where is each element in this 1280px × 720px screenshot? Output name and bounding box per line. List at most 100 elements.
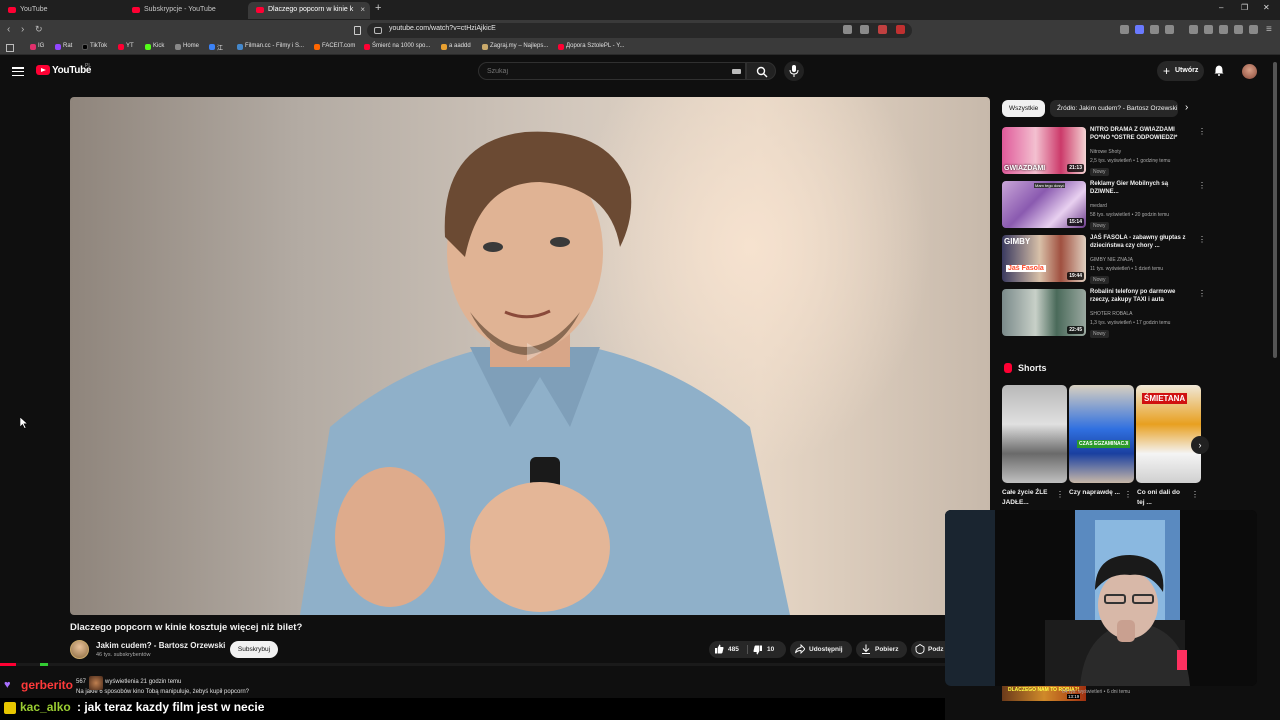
short-title[interactable]: Czy naprawdę ...: [1069, 488, 1121, 498]
more-options-icon[interactable]: ⋮: [1198, 289, 1206, 298]
wallet-icon[interactable]: [1219, 25, 1228, 34]
brave-shield-icon[interactable]: [878, 25, 887, 34]
share-page-icon[interactable]: [860, 25, 869, 34]
short-title[interactable]: Co oni dali do tej ...: [1137, 488, 1189, 508]
extension-icon[interactable]: [1120, 25, 1129, 34]
short-thumbnail[interactable]: [1002, 385, 1067, 483]
media-icon[interactable]: [1189, 25, 1198, 34]
search-input[interactable]: [487, 66, 717, 77]
site-info-icon[interactable]: [374, 27, 382, 34]
recommendation-channel[interactable]: medard: [1090, 203, 1107, 209]
video-description[interactable]: Na jakie 6 sposobów kino Tobą manipuluje…: [76, 689, 249, 695]
rewards-icon[interactable]: [896, 25, 905, 34]
video-thumbnail[interactable]: GWIAZDAMI 21:13: [1002, 127, 1086, 174]
recommendation-title[interactable]: Reklamy Gier Mobilnych są DZIWNE...: [1090, 181, 1194, 196]
search-box[interactable]: [478, 62, 746, 80]
bookmark-item[interactable]: FACEIT.com: [314, 43, 355, 50]
extension-icon[interactable]: [1135, 25, 1144, 34]
video-thumbnail[interactable]: GIMBY Jaś Fasola 19:44: [1002, 235, 1086, 282]
more-options-icon[interactable]: ⋮: [1124, 490, 1132, 499]
notifications-bell-icon[interactable]: [1214, 65, 1224, 76]
close-window-icon[interactable]: ✕: [1263, 3, 1270, 12]
recommendation-title[interactable]: NITRO DRAMA Z GWIAZDAMI PO*NO *OSTRE ODP…: [1090, 127, 1194, 142]
thumbnail-text: Mam tego dosyć: [1034, 183, 1066, 188]
download-button[interactable]: Pobierz: [856, 641, 907, 658]
recommendation-item[interactable]: GWIAZDAMI 21:13 NITRO DRAMA Z GWIAZDAMI …: [1002, 127, 1206, 177]
browser-tab[interactable]: Subskrypcje - YouTube: [124, 2, 248, 19]
recommendation-channel[interactable]: SHOTER ROBALA: [1090, 311, 1133, 317]
bookmark-item[interactable]: Kick: [145, 43, 164, 50]
short-thumbnail[interactable]: CZAS EGZAMINACJI: [1069, 385, 1134, 483]
search-icon: [756, 66, 768, 78]
bookmark-item[interactable]: Rat: [55, 43, 72, 50]
video-player[interactable]: [70, 97, 990, 615]
more-options-icon[interactable]: ⋮: [1198, 127, 1206, 136]
browser-tab[interactable]: YouTube: [0, 2, 125, 19]
extension-icon[interactable]: [1165, 25, 1174, 34]
sidebar-icon[interactable]: [1204, 25, 1213, 34]
chip-source[interactable]: Źródło: Jakim cudem? - Bartosz Orzewski: [1050, 100, 1178, 117]
forward-icon[interactable]: ›: [21, 24, 24, 35]
search-button[interactable]: [746, 62, 776, 80]
menu-icon[interactable]: ≡: [1266, 24, 1272, 35]
bookmark-item[interactable]: Filman.cc - Filmy i S...: [237, 43, 304, 50]
apps-icon[interactable]: [6, 44, 14, 52]
bookmark-item[interactable]: Дорога SztolePL - Y...: [558, 43, 624, 50]
address-bar[interactable]: youtube.com/watch?v=ctHziAjkicE: [367, 23, 912, 38]
more-options-icon[interactable]: ⋮: [1198, 235, 1206, 244]
dislike-button[interactable]: 10: [749, 641, 786, 658]
vpn-icon[interactable]: [1249, 25, 1258, 34]
bookmark-item[interactable]: Zagraj.my – Najleps...: [482, 43, 548, 50]
recommendation-item[interactable]: Mam tego dosyć 15:14 Reklamy Gier Mobiln…: [1002, 181, 1206, 231]
youtube-logo-icon[interactable]: [36, 65, 50, 75]
share-button[interactable]: Udostępnij: [790, 641, 852, 658]
new-tab-button[interactable]: +: [375, 2, 381, 14]
thanks-button[interactable]: Podz: [911, 641, 945, 658]
recommendation-item[interactable]: GIMBY Jaś Fasola 19:44 JAŚ FASOLA - zaba…: [1002, 235, 1206, 285]
restore-icon[interactable]: ❐: [1241, 3, 1248, 12]
shorts-next-button[interactable]: ›: [1191, 436, 1209, 454]
bookmark-item[interactable]: Śmierć na 1000 spo...: [364, 43, 430, 50]
keyboard-icon[interactable]: [732, 69, 741, 74]
bookmark-item[interactable]: Home: [175, 43, 199, 50]
more-options-icon[interactable]: ⋮: [1198, 181, 1206, 190]
video-thumbnail[interactable]: 22:45: [1002, 289, 1086, 336]
voice-search-button[interactable]: [784, 61, 804, 81]
chevron-right-icon[interactable]: ›: [1185, 102, 1188, 113]
like-button[interactable]: 485: [709, 641, 747, 658]
browser-tab-active[interactable]: Dlaczego popcorn w kinie k ×: [248, 2, 370, 19]
recommendation-item[interactable]: 22:45 Robalini telefony po darmowe rzecz…: [1002, 289, 1206, 339]
recommendation-channel[interactable]: Nitrowe Shoty: [1090, 149, 1121, 155]
channel-avatar[interactable]: [70, 640, 89, 659]
create-button[interactable]: + Utwórz: [1157, 61, 1204, 81]
bookmark-item[interactable]: YT: [118, 43, 134, 50]
extension-icon[interactable]: [1150, 25, 1159, 34]
short-title[interactable]: Całe życie ŹLE JADŁE...: [1002, 488, 1054, 508]
recommendation-title[interactable]: JAŚ FASOLA - zabawny głuptas z dziecińst…: [1090, 235, 1194, 250]
bookmark-icon[interactable]: [354, 26, 361, 35]
more-options-icon[interactable]: ⋮: [1191, 490, 1199, 499]
bookmark-item[interactable]: TikTok: [82, 43, 107, 50]
more-options-icon[interactable]: ⋮: [1056, 490, 1064, 499]
user-avatar[interactable]: [1242, 64, 1257, 79]
recommendation-meta: 2,5 tys. wyświetleń • 1 godzinę temu: [1090, 158, 1171, 164]
chip-all[interactable]: Wszystkie: [1002, 100, 1046, 117]
recommendation-title[interactable]: Robalini telefony po darmowe rzeczy, zak…: [1090, 289, 1194, 304]
page-scrollbar[interactable]: [1273, 62, 1277, 358]
hamburger-menu-icon[interactable]: [12, 67, 24, 77]
channel-name[interactable]: Jakim cudem? - Bartosz Orzewski: [96, 641, 225, 650]
minimize-icon[interactable]: –: [1219, 3, 1223, 12]
reload-icon[interactable]: ↻: [35, 24, 43, 35]
leo-icon[interactable]: [1234, 25, 1243, 34]
bookmark-item[interactable]: 江: [209, 43, 223, 52]
rat-icon: [55, 44, 61, 50]
bookmark-item[interactable]: IG: [30, 43, 44, 50]
recommendation-channel[interactable]: GIMBY NIE ZNAJĄ: [1090, 257, 1133, 263]
bookmark-item[interactable]: a aaddd: [441, 43, 471, 50]
back-icon[interactable]: ‹: [7, 24, 10, 35]
subscribe-button[interactable]: Subskrybuj: [230, 641, 278, 658]
short-thumbnail[interactable]: ŚMIETANA: [1136, 385, 1201, 483]
cast-icon[interactable]: [843, 25, 852, 34]
close-tab-icon[interactable]: ×: [360, 2, 365, 18]
video-thumbnail[interactable]: Mam tego dosyć 15:14: [1002, 181, 1086, 228]
